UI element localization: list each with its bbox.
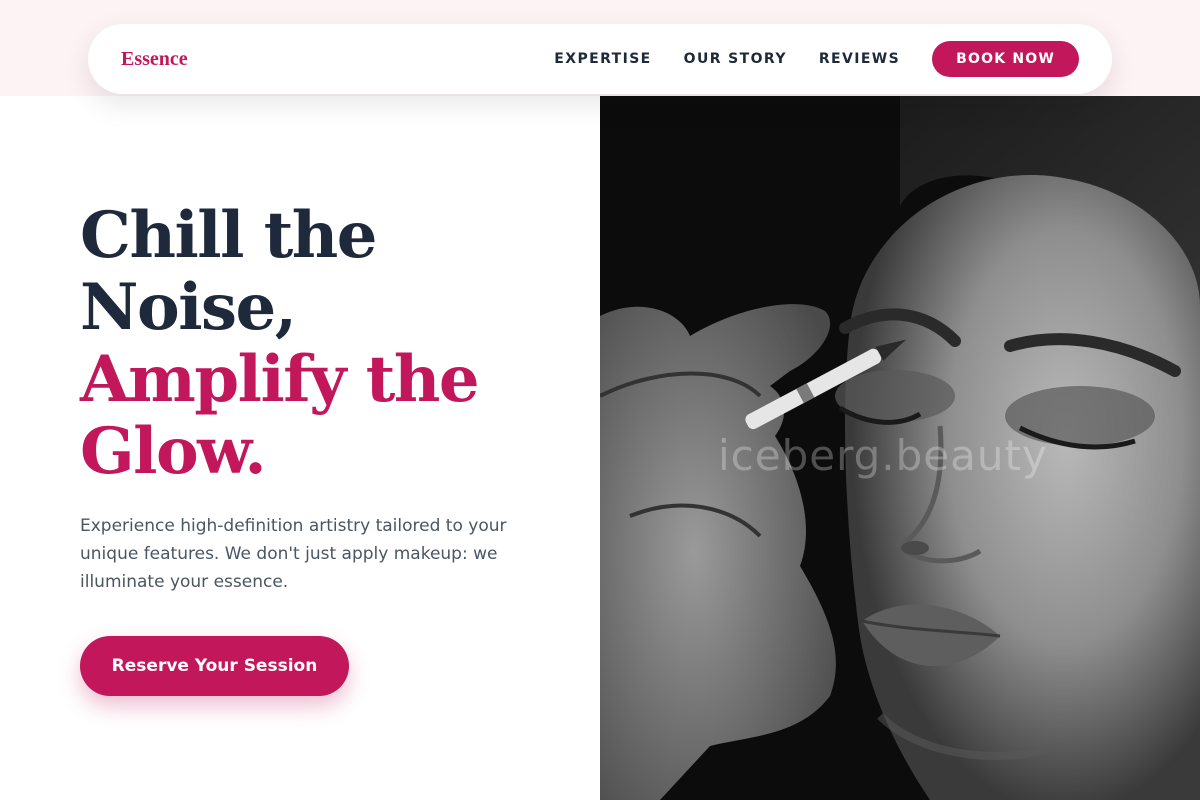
hero-subtext: Experience high-definition artistry tail…	[80, 516, 507, 592]
hero-headline: Chill the Noise, Amplify the Glow.	[80, 200, 560, 488]
image-watermark: iceberg.beauty	[718, 431, 1048, 480]
hero-section: Chill the Noise, Amplify the Glow. Exper…	[80, 200, 560, 596]
headline-line-1: Chill the	[80, 198, 378, 273]
brand-logo[interactable]: Essence	[121, 48, 188, 71]
book-now-button[interactable]: BOOK NOW	[932, 41, 1079, 77]
nav-link-expertise[interactable]: EXPERTISE	[554, 51, 651, 67]
headline-line-2: Noise,	[80, 270, 297, 345]
headline-line-3: Amplify the	[80, 342, 480, 417]
nav-links: EXPERTISE OUR STORY REVIEWS BOOK NOW	[554, 41, 1079, 77]
nav-link-our-story[interactable]: OUR STORY	[684, 51, 787, 67]
nav-link-reviews[interactable]: REVIEWS	[819, 51, 900, 67]
reserve-session-button[interactable]: Reserve Your Session	[80, 636, 349, 696]
hero-image: iceberg.beauty	[600, 96, 1200, 800]
navbar: Essence EXPERTISE OUR STORY REVIEWS BOOK…	[88, 24, 1112, 94]
headline-line-4: Glow.	[80, 414, 267, 489]
